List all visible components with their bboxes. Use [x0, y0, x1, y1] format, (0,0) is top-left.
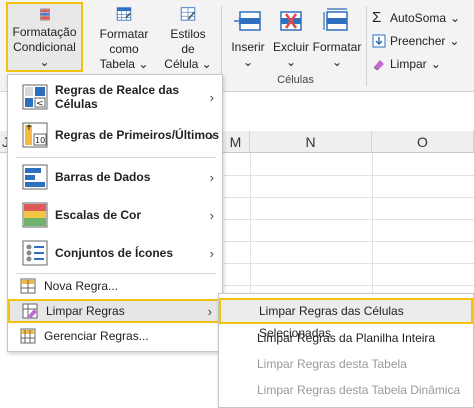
clear-button[interactable]: Limpar ⌄	[372, 52, 460, 75]
menu-item-icon-sets[interactable]: Conjuntos de Ícones ›	[8, 235, 222, 271]
gridline	[222, 175, 474, 176]
top-bottom-rules-icon: 10	[22, 122, 48, 148]
clear-rules-icon	[22, 303, 38, 319]
gridline	[222, 241, 474, 242]
chevron-down-icon: ⌄	[138, 57, 149, 71]
submenu-item-clear-entire-sheet[interactable]: Limpar Regras da Planilha Inteira	[219, 327, 473, 353]
chevron-down-icon: ⌄	[39, 55, 50, 69]
chevron-right-icon: ›	[207, 303, 212, 319]
chevron-right-icon: ›	[209, 89, 214, 105]
insert-label: Inserir	[231, 40, 265, 54]
conditional-formatting-icon	[39, 8, 50, 21]
menu-item-label: Barras de Dados	[55, 170, 151, 184]
fill-button[interactable]: Preencher ⌄	[372, 29, 460, 52]
menu-item-color-scales[interactable]: Escalas de Cor ›	[8, 197, 222, 233]
menu-item-label: Nova Regra...	[44, 279, 119, 293]
submenu-item-label: Limpar Regras desta Tabela	[257, 357, 407, 371]
submenu-item-clear-this-pivottable: Limpar Regras desta Tabela Dinâmica	[219, 379, 473, 405]
menu-item-clear-rules[interactable]: Limpar Regras ›	[8, 299, 222, 323]
format-cells-icon	[323, 8, 348, 31]
submenu-item-label: Limpar Regras da Planilha Inteira	[257, 331, 436, 345]
submenu-item-label: Limpar Regras desta Tabela Dinâmica	[257, 383, 461, 397]
menu-item-new-rule[interactable]: Nova Regra...	[8, 275, 222, 297]
cell-styles-button[interactable]: Estilos de Célula ⌄	[162, 2, 214, 72]
menu-item-label: Limpar Regras	[46, 304, 125, 318]
clear-label: Limpar	[390, 56, 427, 71]
cell-styles-icon	[180, 7, 196, 21]
conditional-formatting-menu: < Regras de Realce das Células › 10 Regr…	[7, 74, 223, 352]
gridline	[222, 197, 474, 198]
chevron-down-icon: ⌄	[285, 55, 297, 69]
format-as-table-icon	[116, 7, 132, 21]
conditional-formatting-label-1: Formatação	[12, 25, 77, 39]
chevron-right-icon: ›	[209, 127, 214, 143]
menu-item-manage-rules[interactable]: Gerenciar Regras...	[8, 325, 222, 347]
menu-separator	[16, 157, 216, 158]
menu-separator	[16, 273, 216, 274]
new-rule-icon	[20, 278, 36, 294]
color-scales-icon	[22, 202, 48, 228]
column-header-o[interactable]: O	[372, 131, 474, 153]
chevron-down-icon: ⌄	[201, 57, 212, 71]
menu-item-label: Gerenciar Regras...	[44, 329, 149, 343]
manage-rules-icon	[20, 328, 36, 344]
fill-down-icon	[372, 34, 386, 47]
conditional-formatting-button[interactable]: Formatação Condicional ⌄	[6, 2, 83, 72]
format-button[interactable]: Formatar ⌄	[312, 2, 362, 72]
data-bars-icon	[22, 164, 48, 190]
cell-styles-label-1: Estilos de	[170, 27, 206, 56]
submenu-item-clear-this-table: Limpar Regras desta Tabela	[219, 353, 473, 379]
gridline	[222, 285, 474, 286]
chevron-right-icon: ›	[209, 207, 214, 223]
chevron-down-icon: ⌄	[242, 55, 254, 69]
column-header-n[interactable]: N	[250, 131, 372, 153]
svg-text:10: 10	[35, 136, 45, 145]
autosum-button[interactable]: Σ AutoSoma ⌄	[372, 6, 460, 29]
eraser-icon	[373, 59, 384, 70]
editing-group: Σ AutoSoma ⌄ Preencher ⌄ Limpar ⌄	[372, 6, 460, 75]
submenu-item-clear-selected-cells[interactable]: Limpar Regras das Células Selecionadas	[219, 298, 473, 340]
autosum-label: AutoSoma	[390, 10, 447, 25]
icon-sets-icon	[22, 240, 48, 266]
ribbon-separator	[366, 6, 367, 86]
fill-label: Preencher	[390, 33, 446, 48]
gridline	[222, 219, 474, 220]
menu-item-highlight-cells-rules[interactable]: < Regras de Realce das Células ›	[8, 79, 222, 115]
cells-group-label: Células	[277, 74, 314, 86]
delete-button[interactable]: Excluir ⌄	[270, 2, 312, 72]
cell-styles-label-2: Célula ⌄	[164, 57, 212, 71]
menu-item-label: Regras de Primeiros/Últimos	[55, 128, 220, 142]
format-as-table-label-2: Tabela ⌄	[99, 57, 149, 71]
delete-label: Excluir	[272, 40, 309, 54]
chevron-down-icon: ⌄	[430, 56, 441, 71]
highlight-cells-rules-icon: <	[22, 84, 48, 110]
sigma-icon: Σ	[372, 8, 382, 26]
format-label: Formatar	[312, 40, 362, 54]
insert-button[interactable]: Inserir ⌄	[228, 2, 268, 72]
menu-item-label: Escalas de Cor	[55, 208, 142, 222]
menu-item-data-bars[interactable]: Barras de Dados ›	[8, 159, 222, 195]
insert-cells-icon	[234, 11, 261, 31]
menu-item-top-bottom-rules[interactable]: 10 Regras de Primeiros/Últimos ›	[8, 117, 222, 153]
conditional-formatting-label-2: Condicional ⌄	[13, 40, 76, 69]
gridline	[222, 263, 474, 264]
chevron-down-icon: ⌄	[331, 55, 343, 69]
chevron-down-icon: ⌄	[449, 33, 460, 48]
svg-text:<: <	[36, 99, 44, 109]
chevron-right-icon: ›	[209, 245, 214, 261]
chevron-down-icon: ⌄	[450, 10, 461, 25]
menu-item-label: Conjuntos de Ícones	[55, 246, 174, 260]
chevron-right-icon: ›	[209, 169, 214, 185]
clear-rules-submenu: Limpar Regras das Células Selecionadas L…	[218, 293, 474, 408]
column-header-m[interactable]: M	[222, 131, 250, 153]
format-as-table-button[interactable]: Formatar como Tabela ⌄	[86, 2, 162, 72]
menu-item-label: Regras de Realce das Células	[55, 83, 180, 111]
delete-cells-icon	[280, 11, 302, 31]
format-as-table-label-1: Formatar como	[99, 27, 149, 56]
